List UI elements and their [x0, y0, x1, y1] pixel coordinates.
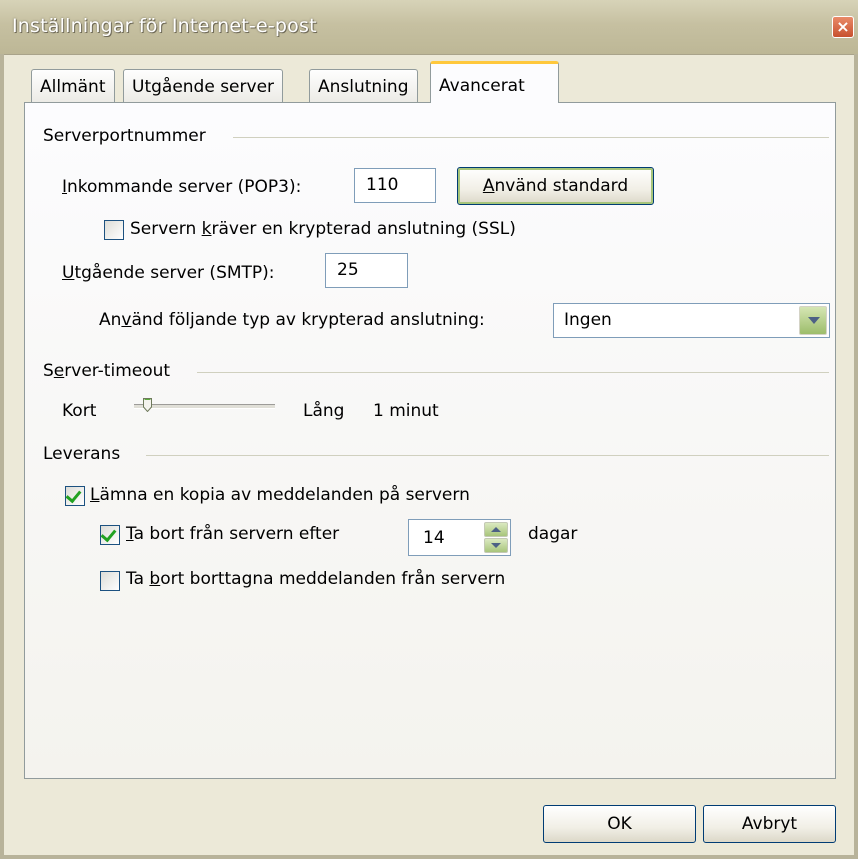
arrow-down-icon: [491, 543, 501, 548]
incoming-port-value: 110: [366, 175, 399, 195]
ok-label: OK: [607, 814, 632, 834]
remove-after-label: Ta bort från servern efter: [126, 524, 340, 544]
encryption-type-value: Ingen: [564, 310, 612, 330]
arrow-up-icon: [491, 527, 501, 532]
outgoing-port-value: 25: [337, 260, 359, 280]
leave-copy-label: Lämna en kopia av meddelanden på servern: [90, 485, 470, 505]
cancel-label: Avbryt: [741, 814, 798, 834]
ok-button[interactable]: OK: [543, 805, 696, 843]
outgoing-port-input[interactable]: 25: [325, 253, 408, 288]
remove-after-checkbox[interactable]: [100, 525, 120, 545]
remove-after-days-spinner[interactable]: 14: [408, 519, 511, 556]
group-divider: [233, 137, 829, 138]
spin-down-button[interactable]: [484, 538, 508, 553]
days-value: 14: [423, 528, 445, 548]
incoming-server-label: Inkommande server (POP3):: [62, 177, 302, 197]
checkmark-icon: [65, 486, 82, 504]
spin-up-button[interactable]: [484, 522, 508, 537]
remove-deleted-checkbox[interactable]: [100, 571, 120, 591]
encryption-type-select[interactable]: Ingen: [553, 303, 830, 338]
ssl-checkbox[interactable]: [104, 220, 124, 240]
group-server-ports-label: Serverportnummer: [43, 126, 206, 146]
leave-copy-checkbox[interactable]: [65, 486, 85, 506]
outgoing-server-label: Utgående server (SMTP):: [62, 263, 275, 283]
timeout-slider-thumb[interactable]: [143, 398, 152, 412]
encryption-type-label: Använd följande typ av krypterad anslutn…: [99, 310, 485, 330]
dropdown-button[interactable]: [799, 306, 827, 335]
remove-deleted-label: Ta bort borttagna meddelanden från serve…: [126, 569, 506, 589]
timeout-value: 1 minut: [373, 401, 439, 421]
use-default-label: Använd standard: [482, 176, 629, 196]
ssl-checkbox-label: Servern kräver en krypterad anslutning (…: [130, 219, 516, 239]
group-divider: [197, 372, 829, 373]
days-unit-label: dagar: [528, 524, 578, 544]
group-timeout-label: Server-timeout: [43, 361, 171, 381]
panel-content: Serverportnummer Inkommande server (POP3…: [0, 0, 858, 859]
group-divider: [146, 455, 829, 456]
chevron-down-icon: [808, 317, 820, 324]
timeout-slider-track[interactable]: [134, 404, 275, 409]
timeout-long-label: Lång: [303, 401, 345, 421]
checkmark-icon: [100, 525, 117, 543]
use-default-button[interactable]: Använd standard: [457, 167, 654, 205]
group-delivery-label: Leverans: [43, 444, 121, 464]
cancel-button[interactable]: Avbryt: [703, 805, 836, 843]
incoming-port-input[interactable]: 110: [354, 168, 436, 203]
timeout-short-label: Kort: [62, 401, 97, 421]
